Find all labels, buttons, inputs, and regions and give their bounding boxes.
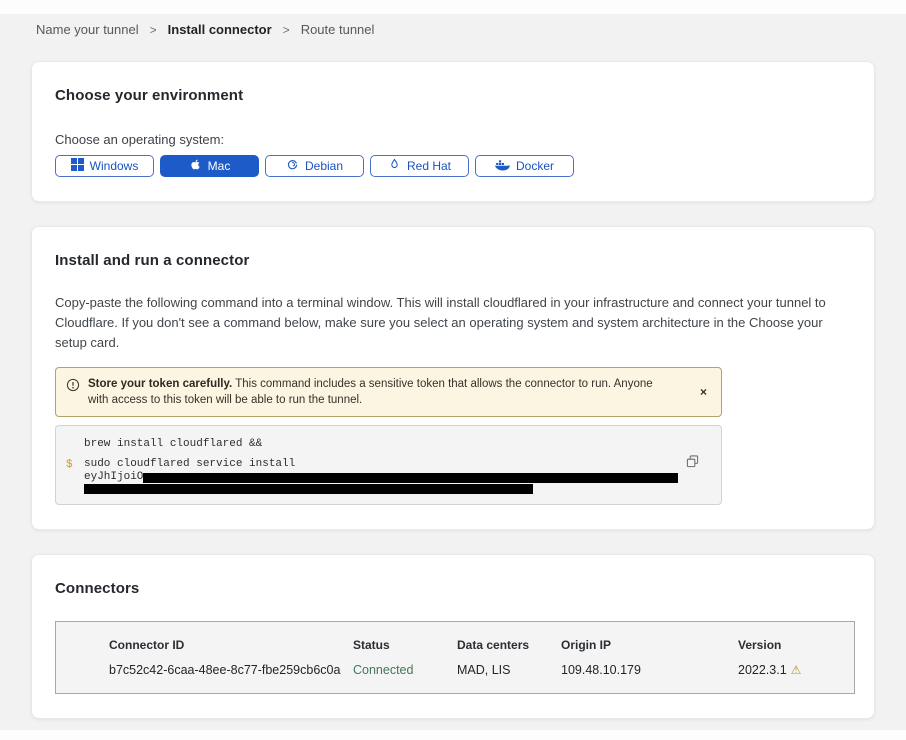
version-value: 2022.3.1 ⚠	[738, 663, 854, 677]
alert-close-button[interactable]: ×	[696, 385, 711, 399]
os-button-label: Debian	[305, 159, 343, 173]
version-number: 2022.3.1	[738, 663, 787, 677]
code-line-service-install: sudo cloudflared service install	[84, 457, 681, 472]
breadcrumb-separator: >	[283, 23, 290, 37]
page-top-margin	[0, 0, 906, 14]
os-button-docker[interactable]: Docker	[475, 155, 574, 177]
token-prefix: eyJhIjoiO	[84, 472, 143, 483]
connector-id-value: b7c52c42-6caa-48ee-8c77-fbe259cb6c0a	[109, 663, 353, 677]
data-centers-value: MAD, LIS	[457, 663, 561, 677]
docker-whale-icon	[495, 159, 510, 174]
redacted-token-bar	[84, 484, 533, 494]
os-button-label: Windows	[90, 159, 139, 173]
install-description: Copy-paste the following command into a …	[55, 293, 851, 353]
breadcrumb-separator: >	[150, 23, 157, 37]
page-bottom-margin	[0, 730, 906, 740]
environment-card-title: Choose your environment	[55, 87, 851, 104]
os-button-label: Mac	[208, 159, 231, 173]
windows-icon	[71, 158, 84, 174]
header-data-centers: Data centers	[457, 638, 561, 652]
os-button-label: Red Hat	[407, 159, 451, 173]
redacted-token-bar	[143, 473, 678, 483]
connectors-card: Connectors Connector ID Status Data cent…	[31, 554, 875, 719]
connectors-table: Connector ID Status Data centers Origin …	[55, 621, 855, 694]
install-card: Install and run a connector Copy-paste t…	[31, 226, 875, 530]
copy-command-button[interactable]	[684, 453, 701, 473]
redhat-icon	[388, 158, 401, 174]
connectors-table-header: Connector ID Status Data centers Origin …	[109, 638, 854, 652]
code-line-brew: brew install cloudflared &&	[84, 437, 681, 452]
table-row: b7c52c42-6caa-48ee-8c77-fbe259cb6c0a Con…	[109, 663, 854, 677]
os-button-redhat[interactable]: Red Hat	[370, 155, 469, 177]
os-button-windows[interactable]: Windows	[55, 155, 154, 177]
header-status: Status	[353, 638, 457, 652]
breadcrumb-install-connector[interactable]: Install connector	[168, 22, 272, 37]
header-origin-ip: Origin IP	[561, 638, 738, 652]
environment-card: Choose your environment Choose an operat…	[31, 61, 875, 202]
os-button-group: Windows Mac Debian	[55, 155, 851, 177]
apple-icon	[189, 158, 202, 174]
status-badge: Connected	[353, 663, 457, 677]
os-button-mac[interactable]: Mac	[160, 155, 259, 177]
alert-bold-text: Store your token carefully.	[88, 378, 232, 390]
terminal-prompt: $	[66, 459, 73, 471]
copy-icon	[686, 455, 699, 468]
install-card-title: Install and run a connector	[55, 252, 851, 269]
install-command-codeblock: $ brew install cloudflared && sudo cloud…	[55, 425, 722, 505]
breadcrumb-route-tunnel[interactable]: Route tunnel	[301, 22, 375, 37]
origin-ip-value: 109.48.10.179	[561, 663, 738, 677]
code-line-token-continued	[84, 483, 681, 494]
header-connector-id: Connector ID	[109, 638, 353, 652]
debian-swirl-icon	[286, 158, 299, 174]
code-line-token: eyJhIjoiO	[84, 472, 681, 483]
token-warning-alert: Store your token carefully. This command…	[55, 367, 722, 417]
breadcrumb-name-your-tunnel[interactable]: Name your tunnel	[36, 22, 139, 37]
alert-text: Store your token carefully. This command…	[88, 376, 663, 408]
version-warning-icon: ⚠	[791, 663, 802, 677]
info-icon	[66, 378, 80, 397]
header-version: Version	[738, 638, 854, 652]
connectors-card-title: Connectors	[55, 580, 851, 597]
breadcrumb: Name your tunnel > Install connector > R…	[0, 14, 906, 37]
os-button-debian[interactable]: Debian	[265, 155, 364, 177]
os-button-label: Docker	[516, 159, 554, 173]
os-select-label: Choose an operating system:	[55, 132, 851, 147]
